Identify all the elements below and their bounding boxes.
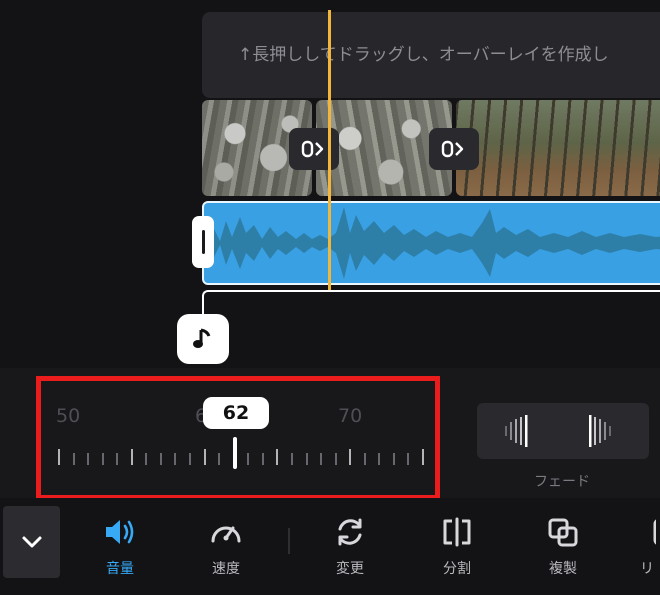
tool-speed-label: 速度 bbox=[212, 561, 240, 577]
tool-split-label: 分割 bbox=[443, 561, 471, 577]
track-bracket bbox=[202, 290, 660, 318]
replace-icon bbox=[338, 518, 362, 546]
fade-icon bbox=[505, 415, 611, 447]
audio-waveform bbox=[204, 207, 660, 279]
tool-split[interactable]: 分割 bbox=[417, 512, 497, 578]
toolbar-divider bbox=[288, 528, 290, 554]
tool-speed[interactable]: 速度 bbox=[186, 512, 266, 578]
chevron-down-icon bbox=[22, 536, 41, 548]
music-track-tag[interactable] bbox=[177, 314, 229, 364]
duplicate-icon bbox=[548, 518, 578, 547]
split-icon bbox=[443, 517, 471, 547]
audio-track[interactable] bbox=[202, 201, 660, 285]
playhead[interactable] bbox=[328, 10, 331, 290]
video-clip-3[interactable] bbox=[456, 100, 660, 196]
tool-volume-label: 音量 bbox=[106, 561, 134, 577]
speaker-icon bbox=[106, 520, 134, 544]
audio-trim-handle[interactable] bbox=[192, 216, 214, 268]
overlay-hint-area[interactable]: ↑長押ししてドラッグし、オーバーレイを作成し bbox=[202, 12, 660, 98]
tool-more-label: リ bbox=[640, 561, 654, 577]
music-note-icon bbox=[193, 328, 211, 348]
transition-button-2[interactable] bbox=[429, 128, 479, 170]
tool-volume[interactable]: 音量 bbox=[80, 512, 160, 578]
collapse-button[interactable] bbox=[3, 506, 60, 578]
overlay-hint-text: ↑長押ししてドラッグし、オーバーレイを作成し bbox=[238, 45, 609, 65]
speed-gauge-icon bbox=[211, 526, 241, 543]
tool-replace-label: 変更 bbox=[336, 561, 364, 577]
transition-icon bbox=[441, 140, 464, 158]
fade-label: フェード bbox=[534, 474, 590, 490]
tool-duplicate-label: 複製 bbox=[549, 561, 577, 577]
tool-duplicate[interactable]: 複製 bbox=[523, 512, 603, 578]
tool-more[interactable]: リ bbox=[622, 512, 660, 578]
fade-button[interactable] bbox=[477, 403, 649, 459]
more-icon bbox=[653, 519, 656, 545]
transition-icon bbox=[301, 140, 324, 158]
tool-replace[interactable]: 変更 bbox=[310, 512, 390, 578]
highlight-annotation-box bbox=[36, 376, 440, 500]
transition-button-1[interactable] bbox=[289, 128, 339, 170]
